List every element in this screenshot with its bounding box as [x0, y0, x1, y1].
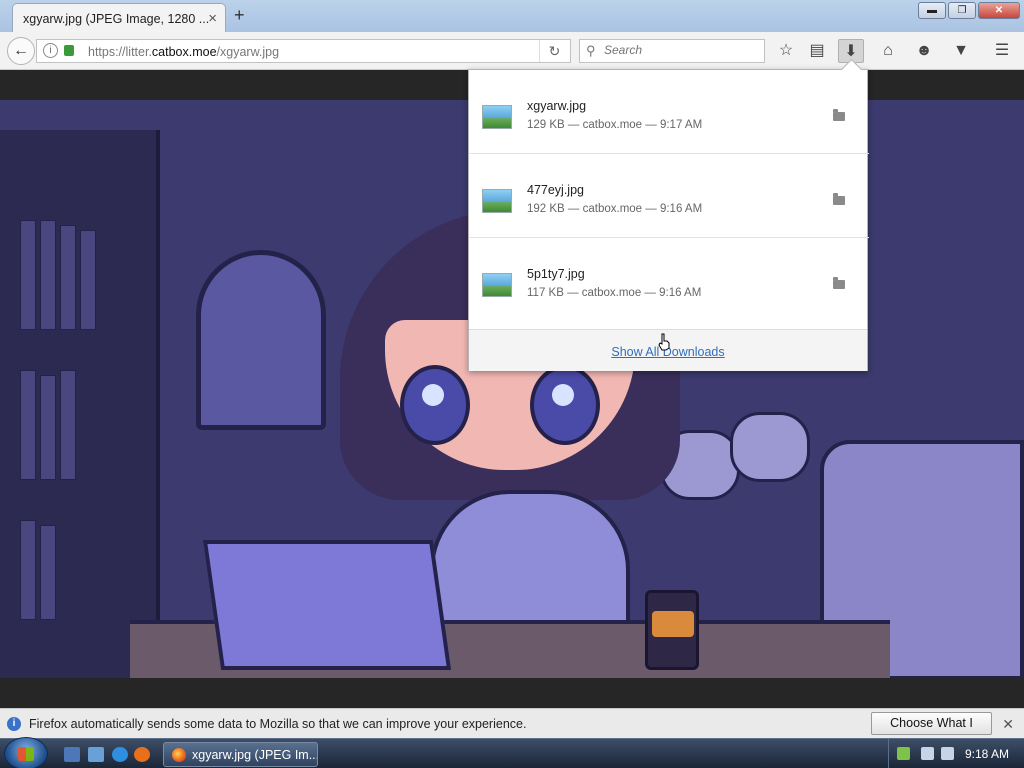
volume-icon[interactable]: [941, 747, 954, 760]
windows-taskbar: xgyarw.jpg (JPEG Im... 9:18 AM: [0, 737, 1024, 768]
search-icon: ⚲: [586, 43, 596, 58]
choose-what-i-share-button[interactable]: Choose What I Share: [871, 712, 992, 751]
download-details: 129 KB — catbox.moe — 9:17 AM: [527, 119, 703, 131]
info-icon: i: [7, 717, 21, 731]
back-button[interactable]: ←: [7, 37, 35, 65]
download-details: 192 KB — catbox.moe — 9:16 AM: [527, 203, 703, 215]
security-shield-icon[interactable]: [897, 747, 910, 760]
info-icon[interactable]: i: [43, 43, 58, 58]
back-arrow-icon: ←: [13, 42, 29, 59]
open-folder-icon[interactable]: [833, 193, 845, 205]
downloads-panel: xgyarw.jpg 129 KB — catbox.moe — 9:17 AM…: [468, 69, 869, 371]
soda-can-illustration: [645, 590, 699, 670]
right-eye-illustration: [530, 365, 600, 445]
plush-illustration: [730, 412, 810, 482]
tab-close-icon[interactable]: ×: [208, 10, 217, 27]
download-filename: 5p1ty7.jpg: [527, 267, 585, 281]
firefox-icon: [172, 748, 186, 762]
reading-list-icon[interactable]: ▤: [804, 39, 830, 63]
image-file-icon: [482, 105, 512, 129]
taskbar-window-title: xgyarw.jpg (JPEG Im...: [192, 748, 318, 762]
url-prefix: https://litter.: [88, 45, 152, 59]
maximize-button[interactable]: ❐: [948, 2, 976, 19]
download-item[interactable]: 5p1ty7.jpg 117 KB — catbox.moe — 9:16 AM: [469, 238, 869, 322]
minimize-button[interactable]: ▬: [918, 2, 946, 19]
open-folder-icon[interactable]: [833, 277, 845, 289]
search-input[interactable]: [604, 43, 754, 57]
tab-title: xgyarw.jpg (JPEG Image, 1280 ...: [23, 12, 210, 26]
url-text[interactable]: https://litter.catbox.moe/xgyarw.jpg: [88, 45, 279, 59]
download-item[interactable]: 477eyj.jpg 192 KB — catbox.moe — 9:16 AM: [469, 154, 869, 238]
new-tab-icon[interactable]: +: [234, 5, 245, 26]
system-tray: 9:18 AM: [888, 739, 1024, 768]
lock-icon[interactable]: [64, 45, 74, 56]
left-eye-illustration: [400, 365, 470, 445]
window-controls: ▬ ❐ ✕: [918, 2, 1020, 19]
home-icon[interactable]: ⌂: [875, 39, 901, 63]
close-window-button[interactable]: ✕: [978, 2, 1020, 19]
data-reporting-notification: i Firefox automatically sends some data …: [0, 708, 1024, 751]
show-desktop-icon[interactable]: [64, 747, 80, 762]
firefox-icon[interactable]: [134, 747, 150, 762]
url-bar[interactable]: i https://litter.catbox.moe/xgyarw.jpg ↻: [36, 39, 571, 63]
window-illustration: [196, 250, 326, 430]
tab-current-image[interactable]: xgyarw.jpg (JPEG Image, 1280 ... ×: [12, 3, 226, 32]
navigation-toolbar: ← i https://litter.catbox.moe/xgyarw.jpg…: [0, 32, 1024, 70]
image-file-icon: [482, 189, 512, 213]
switch-windows-icon[interactable]: [88, 747, 104, 762]
tab-strip: xgyarw.jpg (JPEG Image, 1280 ... × + ▬ ❐…: [0, 0, 1024, 32]
open-folder-icon[interactable]: [833, 109, 845, 121]
download-filename: 477eyj.jpg: [527, 183, 584, 197]
clock[interactable]: 9:18 AM: [965, 747, 1009, 761]
network-icon[interactable]: [921, 747, 934, 760]
download-filename: xgyarw.jpg: [527, 99, 587, 113]
image-file-icon: [482, 273, 512, 297]
reload-icon[interactable]: ↻: [539, 40, 569, 62]
laptop-illustration: [202, 540, 452, 670]
close-notification-icon[interactable]: ✕: [1002, 716, 1014, 733]
bookshelf-illustration: [0, 130, 160, 678]
internet-explorer-icon[interactable]: [112, 747, 128, 762]
download-item[interactable]: xgyarw.jpg 129 KB — catbox.moe — 9:17 AM: [469, 70, 869, 154]
hello-chat-icon[interactable]: ☻: [911, 39, 937, 63]
url-path: /xgyarw.jpg: [216, 45, 280, 59]
notification-text: Firefox automatically sends some data to…: [29, 717, 527, 731]
hoodie-illustration: [430, 490, 630, 640]
bookmark-star-icon[interactable]: ☆: [773, 39, 799, 63]
start-button[interactable]: [4, 737, 48, 768]
url-domain: catbox.moe: [151, 45, 217, 59]
menu-icon[interactable]: ☰: [989, 39, 1015, 63]
hand-cursor-icon: [658, 333, 670, 351]
taskbar-firefox-window[interactable]: xgyarw.jpg (JPEG Im...: [163, 742, 318, 767]
download-details: 117 KB — catbox.moe — 9:16 AM: [527, 287, 702, 299]
search-bar[interactable]: ⚲: [579, 39, 765, 63]
pocket-icon[interactable]: ▼: [948, 39, 974, 63]
